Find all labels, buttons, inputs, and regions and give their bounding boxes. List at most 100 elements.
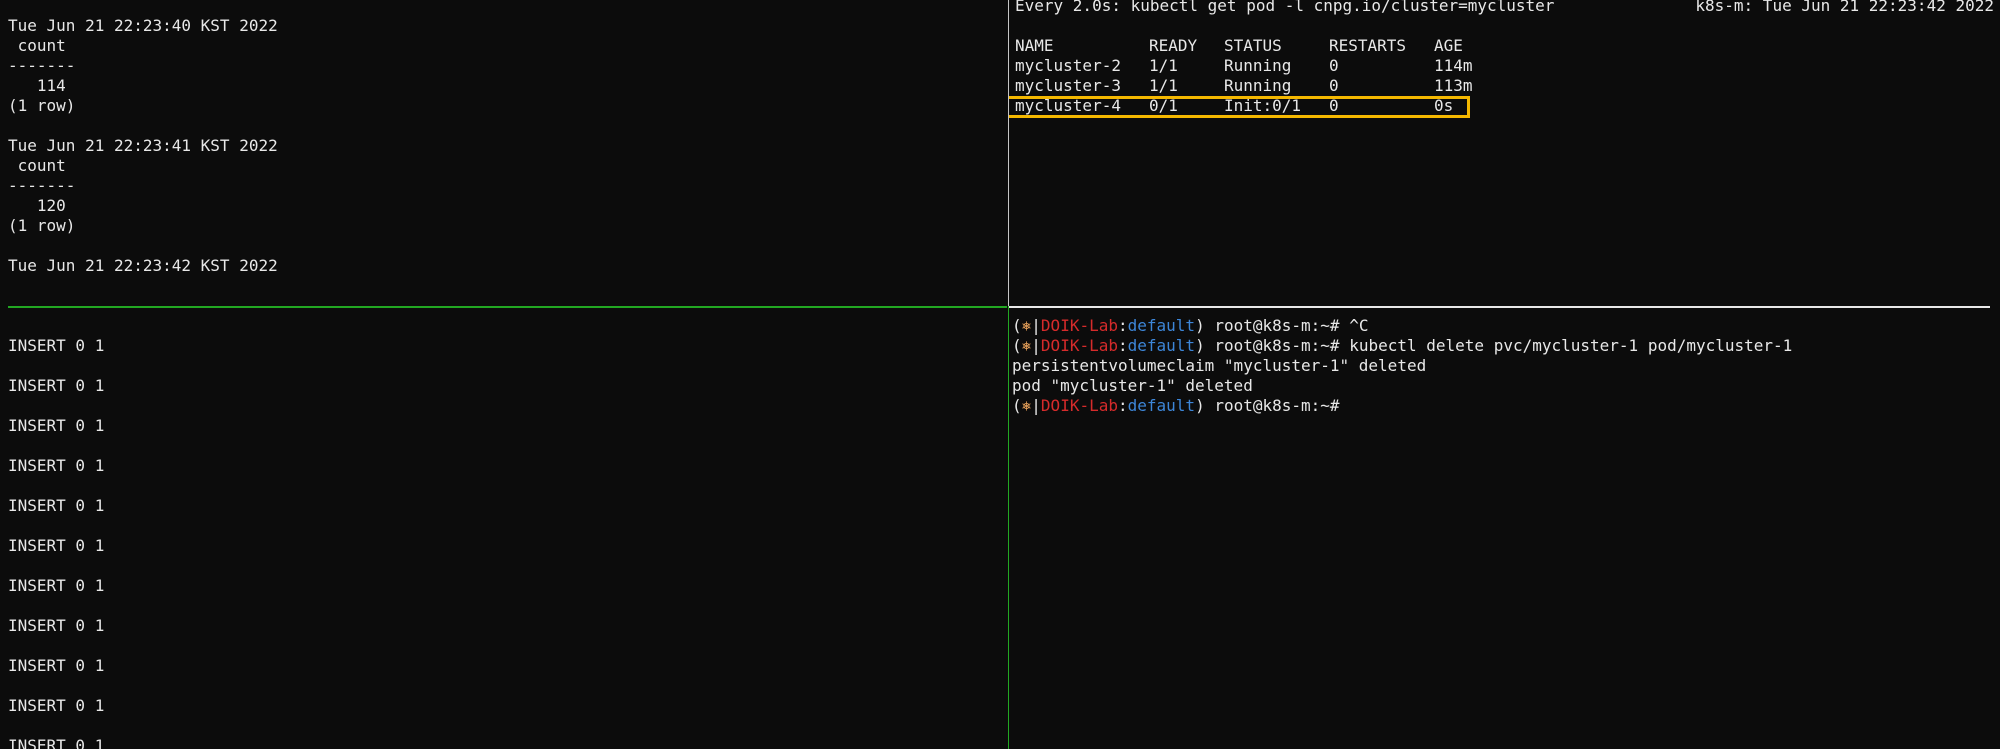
- pane-shell[interactable]: (⎈|DOIK-Lab:default) root@k8s-m:~# ^C (⎈|…: [1009, 308, 2000, 749]
- pod-name: mycluster-2: [1015, 56, 1121, 75]
- output-line: INSERT 0 1: [8, 456, 105, 475]
- prompt-line: (⎈|DOIK-Lab:default) root@k8s-m:~# ^C: [1012, 316, 1792, 336]
- prompt-close-paren: ): [1195, 336, 1205, 355]
- prompt-cluster: DOIK-Lab: [1040, 336, 1118, 355]
- output-line: INSERT 0 1: [8, 656, 105, 675]
- column-header-age: AGE: [1434, 36, 1463, 55]
- prompt-open-paren: (: [1012, 316, 1022, 335]
- pod-age: 114m: [1434, 56, 1473, 75]
- output-line: Tue Jun 21 22:23:41 KST 2022: [8, 136, 278, 155]
- pod-restarts: 0: [1329, 76, 1339, 95]
- pod-status: Running: [1224, 56, 1292, 75]
- prompt-open-paren: (: [1012, 336, 1022, 355]
- kubernetes-icon: ⎈: [1021, 396, 1032, 415]
- pod-status: Init:0/1: [1224, 96, 1302, 115]
- output-line: count: [8, 36, 66, 55]
- prompt-cluster: DOIK-Lab: [1040, 316, 1118, 335]
- command-text: ^C: [1339, 316, 1369, 335]
- table-row: mycluster-2 1/1 Running 0 114m: [1012, 56, 1473, 76]
- output-line: INSERT 0 1: [8, 616, 105, 635]
- output-line: INSERT 0 1: [8, 736, 105, 749]
- watch-command: Every 2.0s: kubectl get pod -l cnpg.io/c…: [1015, 0, 1555, 15]
- output-line: INSERT 0 1: [8, 576, 105, 595]
- table-row: mycluster-3 1/1 Running 0 113m: [1012, 76, 1473, 96]
- pod-restarts: 0: [1329, 56, 1339, 75]
- shell-output: (⎈|DOIK-Lab:default) root@k8s-m:~# ^C (⎈|…: [1012, 316, 1792, 416]
- pod-name: mycluster-4: [1015, 96, 1121, 115]
- pod-age: 113m: [1434, 76, 1473, 95]
- command-text: kubectl delete pvc/mycluster-1 pod/myclu…: [1339, 336, 1793, 355]
- prompt-cluster: DOIK-Lab: [1040, 396, 1118, 415]
- output-line: INSERT 0 1: [8, 416, 105, 435]
- table-row-highlighted: mycluster-4 0/1 Init:0/1 0 0s: [1012, 96, 1453, 116]
- output-line: count: [8, 156, 66, 175]
- prompt-separator: |: [1031, 336, 1041, 355]
- pod-restarts: 0: [1329, 96, 1339, 115]
- pod-ready: 1/1: [1149, 76, 1178, 95]
- output-line: INSERT 0 1: [8, 376, 105, 395]
- prompt-user-host: root@k8s-m:~#: [1204, 316, 1340, 335]
- output-line: INSERT 0 1: [8, 696, 105, 715]
- pane-insert-loop[interactable]: INSERT 0 1 INSERT 0 1 INSERT 0 1 INSERT 0 1…: [0, 308, 1007, 749]
- prompt-line: (⎈|DOIK-Lab:default) root@k8s-m:~#: [1012, 396, 1792, 416]
- prompt-namespace: default: [1127, 316, 1196, 335]
- pane-divider-vertical-bottom[interactable]: [1008, 306, 1009, 749]
- output-line: -------: [8, 176, 76, 195]
- output-line: Tue Jun 21 22:23:40 KST 2022: [8, 16, 278, 35]
- column-header-status: STATUS: [1224, 36, 1282, 55]
- prompt-colon: :: [1117, 396, 1128, 415]
- prompt-user-host: root@k8s-m:~#: [1204, 336, 1340, 355]
- prompt-colon: :: [1117, 316, 1128, 335]
- output-line: INSERT 0 1: [8, 336, 105, 355]
- prompt-close-paren: ): [1195, 396, 1205, 415]
- pod-status: Running: [1224, 76, 1292, 95]
- prompt-separator: |: [1031, 316, 1041, 335]
- output-line: INSERT 0 1: [8, 496, 105, 515]
- output-line: 120: [8, 196, 66, 215]
- pod-ready: 1/1: [1149, 56, 1178, 75]
- output-line: -------: [8, 56, 76, 75]
- prompt-open-paren: (: [1012, 396, 1022, 415]
- kubernetes-icon: ⎈: [1021, 316, 1032, 335]
- output-line: 114: [8, 76, 66, 95]
- prompt-namespace: default: [1127, 336, 1196, 355]
- output-line: (1 row): [8, 216, 76, 235]
- pane-divider-horizontal-right[interactable]: [1009, 306, 1990, 308]
- watch-header: Every 2.0s: kubectl get pod -l cnpg.io/c…: [1012, 0, 1994, 16]
- pane-pod-watch[interactable]: Every 2.0s: kubectl get pod -l cnpg.io/c…: [1009, 0, 2000, 306]
- column-header-restarts: RESTARTS: [1329, 36, 1407, 55]
- output-line: pod "mycluster-1" deleted: [1012, 376, 1253, 395]
- column-header-ready: READY: [1149, 36, 1198, 55]
- pod-name: mycluster-3: [1015, 76, 1121, 95]
- kubernetes-icon: ⎈: [1021, 336, 1032, 355]
- terminal-window[interactable]: Tue Jun 21 22:23:40 KST 2022 count ------…: [0, 0, 2000, 749]
- prompt-separator: |: [1031, 396, 1041, 415]
- pane-divider-vertical-top[interactable]: [1008, 0, 1009, 306]
- output-line: persistentvolumeclaim "mycluster-1" dele…: [1012, 356, 1427, 375]
- pod-table-header: NAME READY STATUS RESTARTS AGE: [1012, 36, 1463, 56]
- pane-divider-horizontal-left[interactable]: [8, 306, 1007, 308]
- prompt-close-paren: ): [1195, 316, 1205, 335]
- prompt-colon: :: [1117, 336, 1128, 355]
- pod-age: 0s: [1434, 96, 1454, 115]
- output-line: Tue Jun 21 22:23:42 KST 2022: [8, 256, 278, 275]
- pod-ready: 0/1: [1149, 96, 1178, 115]
- prompt-namespace: default: [1127, 396, 1196, 415]
- prompt-line: (⎈|DOIK-Lab:default) root@k8s-m:~# kubec…: [1012, 336, 1792, 356]
- pane-count-query[interactable]: Tue Jun 21 22:23:40 KST 2022 count ------…: [0, 0, 1007, 306]
- pod-table: NAME READY STATUS RESTARTS AGE mycluster…: [1012, 36, 1473, 116]
- column-header-name: NAME: [1015, 36, 1054, 55]
- count-output: Tue Jun 21 22:23:40 KST 2022 count ------…: [8, 16, 278, 276]
